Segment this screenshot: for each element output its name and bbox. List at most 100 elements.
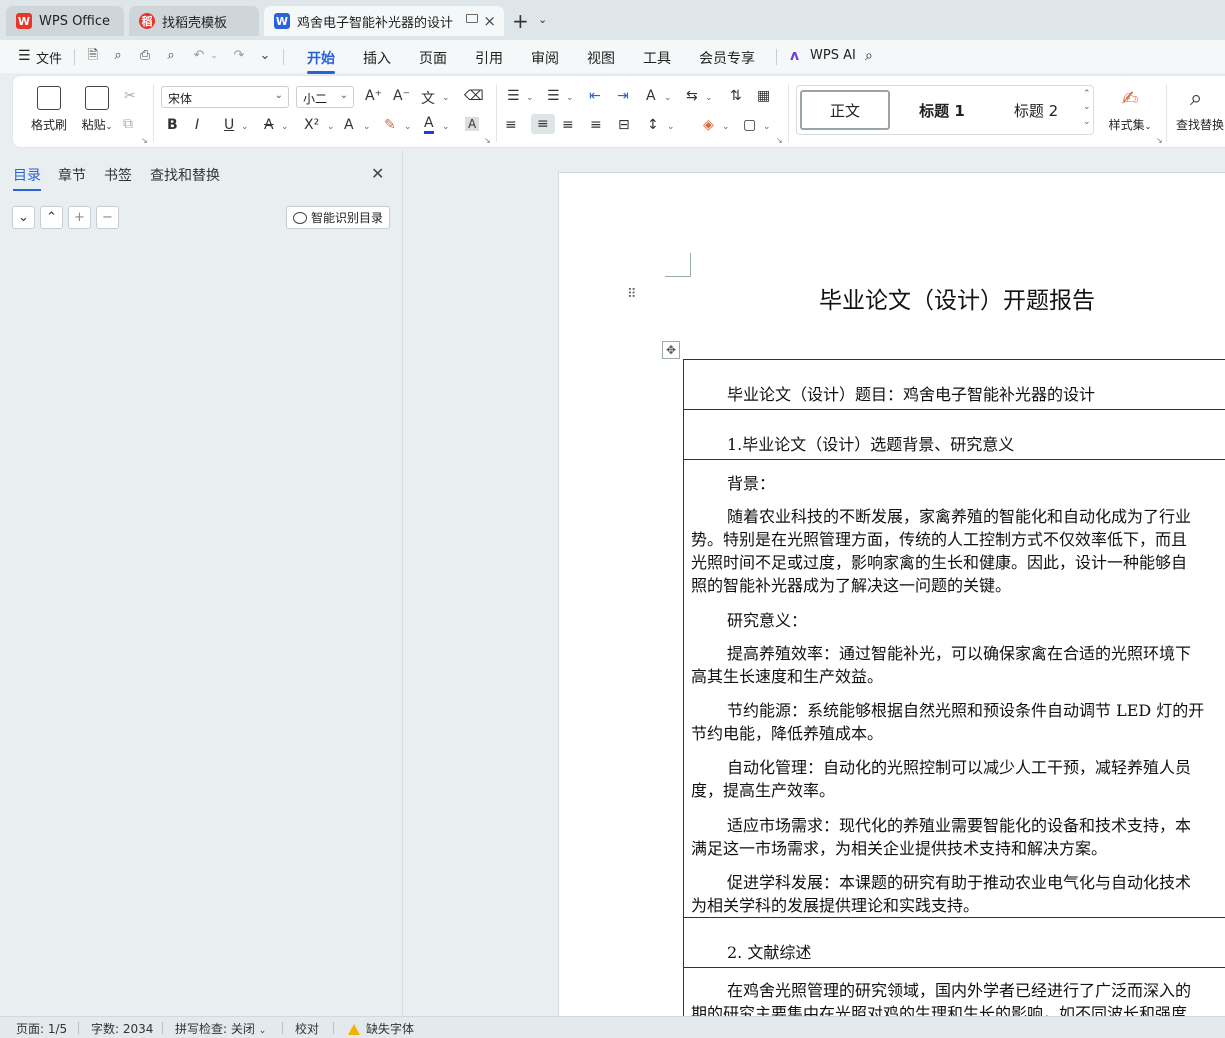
tab-find-replace[interactable]: 查找和替换: [150, 165, 220, 185]
scroll-up-icon[interactable]: ⌃: [1083, 89, 1091, 99]
bold-icon[interactable]: B: [167, 117, 178, 133]
numbering-icon[interactable]: ☰: [547, 88, 560, 104]
undo-icon[interactable]: ↶: [191, 48, 207, 64]
menu-member[interactable]: 会员专享: [699, 48, 755, 68]
align-right-icon[interactable]: ≡: [562, 117, 574, 133]
remove-level-button[interactable]: −: [96, 206, 119, 229]
dialog-launcher-icon[interactable]: ↘: [776, 136, 783, 145]
menu-view[interactable]: 视图: [587, 48, 615, 68]
page-indicator[interactable]: 页面: 1/5: [16, 1020, 67, 1037]
dialog-launcher-icon[interactable]: ↘: [484, 136, 491, 145]
menu-wps-ai[interactable]: WPS AI: [810, 48, 856, 63]
chevron-down-icon[interactable]: ⌄: [442, 93, 450, 103]
chevron-down-icon[interactable]: ⌄: [763, 122, 771, 132]
tab-wps-office[interactable]: W WPS Office: [6, 6, 124, 36]
add-level-button[interactable]: +: [68, 206, 91, 229]
text-direction-icon[interactable]: A: [646, 88, 656, 104]
tab-docer-templates[interactable]: 稻 找稻壳模板: [129, 6, 259, 36]
expand-down-button[interactable]: ⌄: [12, 206, 35, 229]
superscript-icon[interactable]: X²: [304, 117, 319, 133]
menu-tools[interactable]: 工具: [643, 48, 671, 68]
table-move-icon[interactable]: ✥: [662, 341, 680, 359]
clear-format-icon[interactable]: ⌫: [464, 88, 484, 104]
chevron-down-icon[interactable]: ⌄: [442, 122, 450, 132]
justify-icon[interactable]: ≡: [590, 117, 602, 133]
cut-icon[interactable]: ✂: [124, 88, 136, 104]
show-marks-icon[interactable]: ▦: [757, 88, 770, 104]
chevron-down-icon[interactable]: ⌄: [664, 93, 672, 103]
char-shading-icon[interactable]: A: [465, 117, 480, 131]
phonetic-guide-icon[interactable]: 文: [421, 88, 435, 108]
chevron-down-icon[interactable]: ⌄: [281, 122, 289, 132]
new-tab-icon[interactable]: +: [512, 9, 529, 33]
style-heading-1[interactable]: 标题 1: [897, 90, 987, 130]
borders-icon[interactable]: ▢: [743, 117, 756, 133]
dialog-launcher-icon[interactable]: ↘: [141, 136, 148, 145]
word-count[interactable]: 字数: 2034: [91, 1020, 153, 1037]
bullets-icon[interactable]: ☰: [507, 88, 520, 104]
chinese-layout-icon[interactable]: ⇆: [686, 88, 698, 104]
line-spacing-icon[interactable]: ↕: [647, 117, 659, 133]
decrease-font-icon[interactable]: A⁻: [393, 88, 410, 104]
tab-toc[interactable]: 目录: [13, 165, 41, 191]
expand-gallery-icon[interactable]: ⌄: [1083, 117, 1091, 127]
wps-ai-icon[interactable]: ʌ: [790, 48, 799, 64]
increase-font-icon[interactable]: A⁺: [365, 88, 382, 104]
chevron-down-icon[interactable]: ⌄: [327, 122, 335, 132]
search-icon[interactable]: ⌕: [865, 48, 873, 64]
chevron-down-icon[interactable]: ⌄: [526, 93, 534, 103]
shading-icon[interactable]: ◈: [703, 117, 714, 133]
chevron-down-icon[interactable]: ⌄: [206, 48, 222, 64]
tab-sections[interactable]: 章节: [58, 165, 86, 185]
align-left-icon[interactable]: ≡: [505, 117, 517, 133]
decrease-indent-icon[interactable]: ⇤: [589, 88, 601, 104]
proofread-button[interactable]: 校对: [295, 1020, 319, 1037]
font-name-select[interactable]: 宋体 ⌄: [161, 86, 289, 108]
export-icon[interactable]: ⌕: [110, 48, 126, 64]
spell-check-toggle[interactable]: 拼写检查: 关闭 ⌄: [175, 1020, 266, 1037]
chevron-down-icon[interactable]: ⌄: [363, 122, 371, 132]
style-normal[interactable]: 正文: [800, 90, 890, 130]
chevron-down-icon[interactable]: ⌄: [705, 93, 713, 103]
chevron-down-icon[interactable]: ⌄: [566, 93, 574, 103]
sort-icon[interactable]: ⇅: [730, 88, 742, 104]
chevron-down-icon[interactable]: ⌄: [538, 13, 547, 26]
print-preview-icon[interactable]: ⌕: [163, 48, 179, 64]
menu-file[interactable]: 文件: [36, 48, 62, 67]
hamburger-icon[interactable]: ☰: [18, 48, 31, 64]
font-size-select[interactable]: 小二 ⌄: [296, 86, 354, 108]
copy-icon[interactable]: ⧉: [123, 116, 133, 132]
chevron-down-icon[interactable]: ⌄: [667, 122, 675, 132]
scroll-down-icon[interactable]: ⌄: [1083, 102, 1091, 112]
menu-review[interactable]: 审阅: [531, 48, 559, 68]
find-replace-button[interactable]: ⌕ 查找替换: [1176, 86, 1225, 133]
increase-indent-icon[interactable]: ⇥: [617, 88, 629, 104]
redo-icon[interactable]: ↷: [231, 48, 247, 64]
chevron-down-icon[interactable]: ⌄: [241, 122, 249, 132]
monitor-icon[interactable]: [466, 14, 478, 23]
distributed-icon[interactable]: ⊟: [618, 117, 630, 133]
align-center-icon[interactable]: ≡: [531, 114, 555, 134]
text-effect-icon[interactable]: A: [344, 117, 354, 133]
close-icon[interactable]: ✕: [371, 164, 384, 183]
paste-button[interactable]: 粘贴⌄: [75, 86, 119, 133]
collapse-up-button[interactable]: ⌃: [40, 206, 63, 229]
font-color-icon[interactable]: A: [424, 116, 434, 134]
close-tab-icon[interactable]: ×: [483, 12, 496, 30]
underline-icon[interactable]: U: [224, 117, 234, 133]
dialog-launcher-icon[interactable]: ↘: [1156, 136, 1163, 145]
print-icon[interactable]: ⎙: [137, 48, 153, 64]
strikethrough-icon[interactable]: A: [264, 117, 274, 133]
menu-page[interactable]: 页面: [419, 48, 447, 68]
menu-insert[interactable]: 插入: [363, 48, 391, 68]
style-set-button[interactable]: ✍ 样式集⌄: [1101, 86, 1159, 133]
save-icon[interactable]: 🗎: [85, 48, 101, 64]
tab-document[interactable]: W 鸡舍电子智能补光器的设计 开 ×: [264, 6, 504, 36]
customize-quick-access-icon[interactable]: ⌄: [257, 48, 273, 64]
smart-toc-button[interactable]: 智能识别目录: [286, 206, 390, 229]
chevron-down-icon[interactable]: ⌄: [722, 122, 730, 132]
style-heading-2[interactable]: 标题 2: [991, 90, 1081, 130]
format-painter-button[interactable]: 格式刷: [29, 86, 69, 133]
tab-bookmarks[interactable]: 书签: [104, 165, 132, 185]
menu-home[interactable]: 开始: [307, 48, 335, 74]
